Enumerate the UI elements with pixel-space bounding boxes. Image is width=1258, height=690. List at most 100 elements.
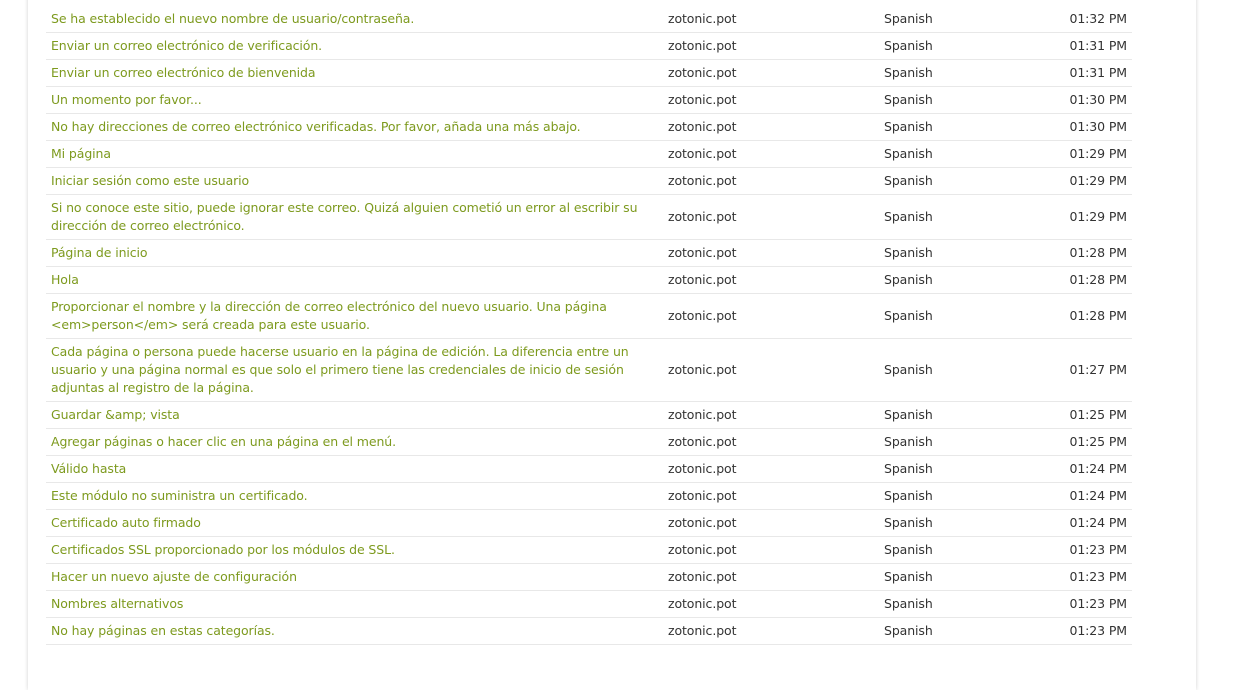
recent-translations-table: Se ha establecido el nuevo nombre de usu… xyxy=(46,10,1132,645)
message-cell: Hacer un nuevo ajuste de configuración xyxy=(46,563,663,591)
message-link[interactable]: Hacer un nuevo ajuste de configuración xyxy=(51,569,297,584)
table-row: Agregar páginas o hacer clic en una pági… xyxy=(46,428,1132,456)
file-cell: zotonic.pot xyxy=(663,140,879,168)
message-cell: Iniciar sesión como este usuario xyxy=(46,167,663,195)
file-cell: zotonic.pot xyxy=(663,293,879,339)
message-cell: Página de inicio xyxy=(46,239,663,267)
time-cell: 01:27 PM xyxy=(1050,338,1132,402)
language-cell: Spanish xyxy=(879,455,1050,483)
language-cell: Spanish xyxy=(879,563,1050,591)
message-link[interactable]: Este módulo no suministra un certificado… xyxy=(51,488,308,503)
message-link[interactable]: Mi página xyxy=(51,146,111,161)
language-cell: Spanish xyxy=(879,482,1050,510)
file-cell: zotonic.pot xyxy=(663,590,879,618)
message-link[interactable]: Nombres alternativos xyxy=(51,596,183,611)
language-cell: Spanish xyxy=(879,590,1050,618)
file-cell: zotonic.pot xyxy=(663,32,879,60)
table-row: Certificado auto firmado zotonic.pot Spa… xyxy=(46,509,1132,537)
message-link[interactable]: Certificado auto firmado xyxy=(51,515,201,530)
message-cell: Este módulo no suministra un certificado… xyxy=(46,482,663,510)
table-row: Se ha establecido el nuevo nombre de usu… xyxy=(46,10,1132,33)
table-row: Si no conoce este sitio, puede ignorar e… xyxy=(46,194,1132,240)
message-link[interactable]: Agregar páginas o hacer clic en una pági… xyxy=(51,434,396,449)
table-row: Página de inicio zotonic.pot Spanish 01:… xyxy=(46,239,1132,267)
language-cell: Spanish xyxy=(879,428,1050,456)
table-row: Un momento por favor... zotonic.pot Span… xyxy=(46,86,1132,114)
time-cell: 01:23 PM xyxy=(1050,563,1132,591)
table-row: Guardar &amp; vista zotonic.pot Spanish … xyxy=(46,401,1132,429)
file-cell: zotonic.pot xyxy=(663,536,879,564)
table-row: No hay direcciones de correo electrónico… xyxy=(46,113,1132,141)
message-cell: Enviar un correo electrónico de bienveni… xyxy=(46,59,663,87)
file-cell: zotonic.pot xyxy=(663,10,879,33)
message-cell: No hay páginas en estas categorías. xyxy=(46,617,663,645)
time-cell: 01:23 PM xyxy=(1050,536,1132,564)
table-row: Cada página o persona puede hacerse usua… xyxy=(46,338,1132,402)
message-cell: Si no conoce este sitio, puede ignorar e… xyxy=(46,194,663,240)
message-cell: Proporcionar el nombre y la dirección de… xyxy=(46,293,663,339)
time-cell: 01:25 PM xyxy=(1050,401,1132,429)
file-cell: zotonic.pot xyxy=(663,455,879,483)
time-cell: 01:30 PM xyxy=(1050,113,1132,141)
file-cell: zotonic.pot xyxy=(663,266,879,294)
message-cell: No hay direcciones de correo electrónico… xyxy=(46,113,663,141)
language-cell: Spanish xyxy=(879,509,1050,537)
message-link[interactable]: Válido hasta xyxy=(51,461,126,476)
time-cell: 01:28 PM xyxy=(1050,293,1132,339)
message-cell: Certificado auto firmado xyxy=(46,509,663,537)
message-link[interactable]: No hay direcciones de correo electrónico… xyxy=(51,119,581,134)
table-row: Este módulo no suministra un certificado… xyxy=(46,482,1132,510)
time-cell: 01:32 PM xyxy=(1050,10,1132,33)
message-link[interactable]: Página de inicio xyxy=(51,245,148,260)
message-link[interactable]: No hay páginas en estas categorías. xyxy=(51,623,275,638)
message-link[interactable]: Si no conoce este sitio, puede ignorar e… xyxy=(51,200,638,233)
time-cell: 01:29 PM xyxy=(1050,167,1132,195)
message-link[interactable]: Guardar &amp; vista xyxy=(51,407,180,422)
time-cell: 01:24 PM xyxy=(1050,509,1132,537)
message-link[interactable]: Enviar un correo electrónico de bienveni… xyxy=(51,65,316,80)
message-cell: Agregar páginas o hacer clic en una pági… xyxy=(46,428,663,456)
table-row: Válido hasta zotonic.pot Spanish 01:24 P… xyxy=(46,455,1132,483)
language-cell: Spanish xyxy=(879,293,1050,339)
language-cell: Spanish xyxy=(879,140,1050,168)
file-cell: zotonic.pot xyxy=(663,338,879,402)
time-cell: 01:25 PM xyxy=(1050,428,1132,456)
message-cell: Nombres alternativos xyxy=(46,590,663,618)
message-cell: Cada página o persona puede hacerse usua… xyxy=(46,338,663,402)
message-cell: Hola xyxy=(46,266,663,294)
file-cell: zotonic.pot xyxy=(663,86,879,114)
message-cell: Un momento por favor... xyxy=(46,86,663,114)
time-cell: 01:31 PM xyxy=(1050,32,1132,60)
time-cell: 01:28 PM xyxy=(1050,239,1132,267)
message-link[interactable]: Un momento por favor... xyxy=(51,92,202,107)
time-cell: 01:31 PM xyxy=(1050,59,1132,87)
file-cell: zotonic.pot xyxy=(663,113,879,141)
language-cell: Spanish xyxy=(879,32,1050,60)
time-cell: 01:23 PM xyxy=(1050,617,1132,645)
language-cell: Spanish xyxy=(879,10,1050,33)
message-link[interactable]: Se ha establecido el nuevo nombre de usu… xyxy=(51,11,414,26)
language-cell: Spanish xyxy=(879,401,1050,429)
file-cell: zotonic.pot xyxy=(663,509,879,537)
message-link[interactable]: Cada página o persona puede hacerse usua… xyxy=(51,344,629,395)
message-link[interactable]: Iniciar sesión como este usuario xyxy=(51,173,249,188)
language-cell: Spanish xyxy=(879,617,1050,645)
file-cell: zotonic.pot xyxy=(663,167,879,195)
time-cell: 01:23 PM xyxy=(1050,590,1132,618)
table-row: Nombres alternativos zotonic.pot Spanish… xyxy=(46,590,1132,618)
time-cell: 01:24 PM xyxy=(1050,482,1132,510)
time-cell: 01:30 PM xyxy=(1050,86,1132,114)
table-row: Hola zotonic.pot Spanish 01:28 PM xyxy=(46,266,1132,294)
message-link[interactable]: Hola xyxy=(51,272,79,287)
message-link[interactable]: Certificados SSL proporcionado por los m… xyxy=(51,542,395,557)
message-cell: Válido hasta xyxy=(46,455,663,483)
message-link[interactable]: Proporcionar el nombre y la dirección de… xyxy=(51,299,607,332)
table-row: Enviar un correo electrónico de verifica… xyxy=(46,32,1132,60)
file-cell: zotonic.pot xyxy=(663,482,879,510)
message-link[interactable]: Enviar un correo electrónico de verifica… xyxy=(51,38,322,53)
message-cell: Guardar &amp; vista xyxy=(46,401,663,429)
message-cell: Mi página xyxy=(46,140,663,168)
table-row: Hacer un nuevo ajuste de configuración z… xyxy=(46,563,1132,591)
language-cell: Spanish xyxy=(879,338,1050,402)
message-cell: Enviar un correo electrónico de verifica… xyxy=(46,32,663,60)
